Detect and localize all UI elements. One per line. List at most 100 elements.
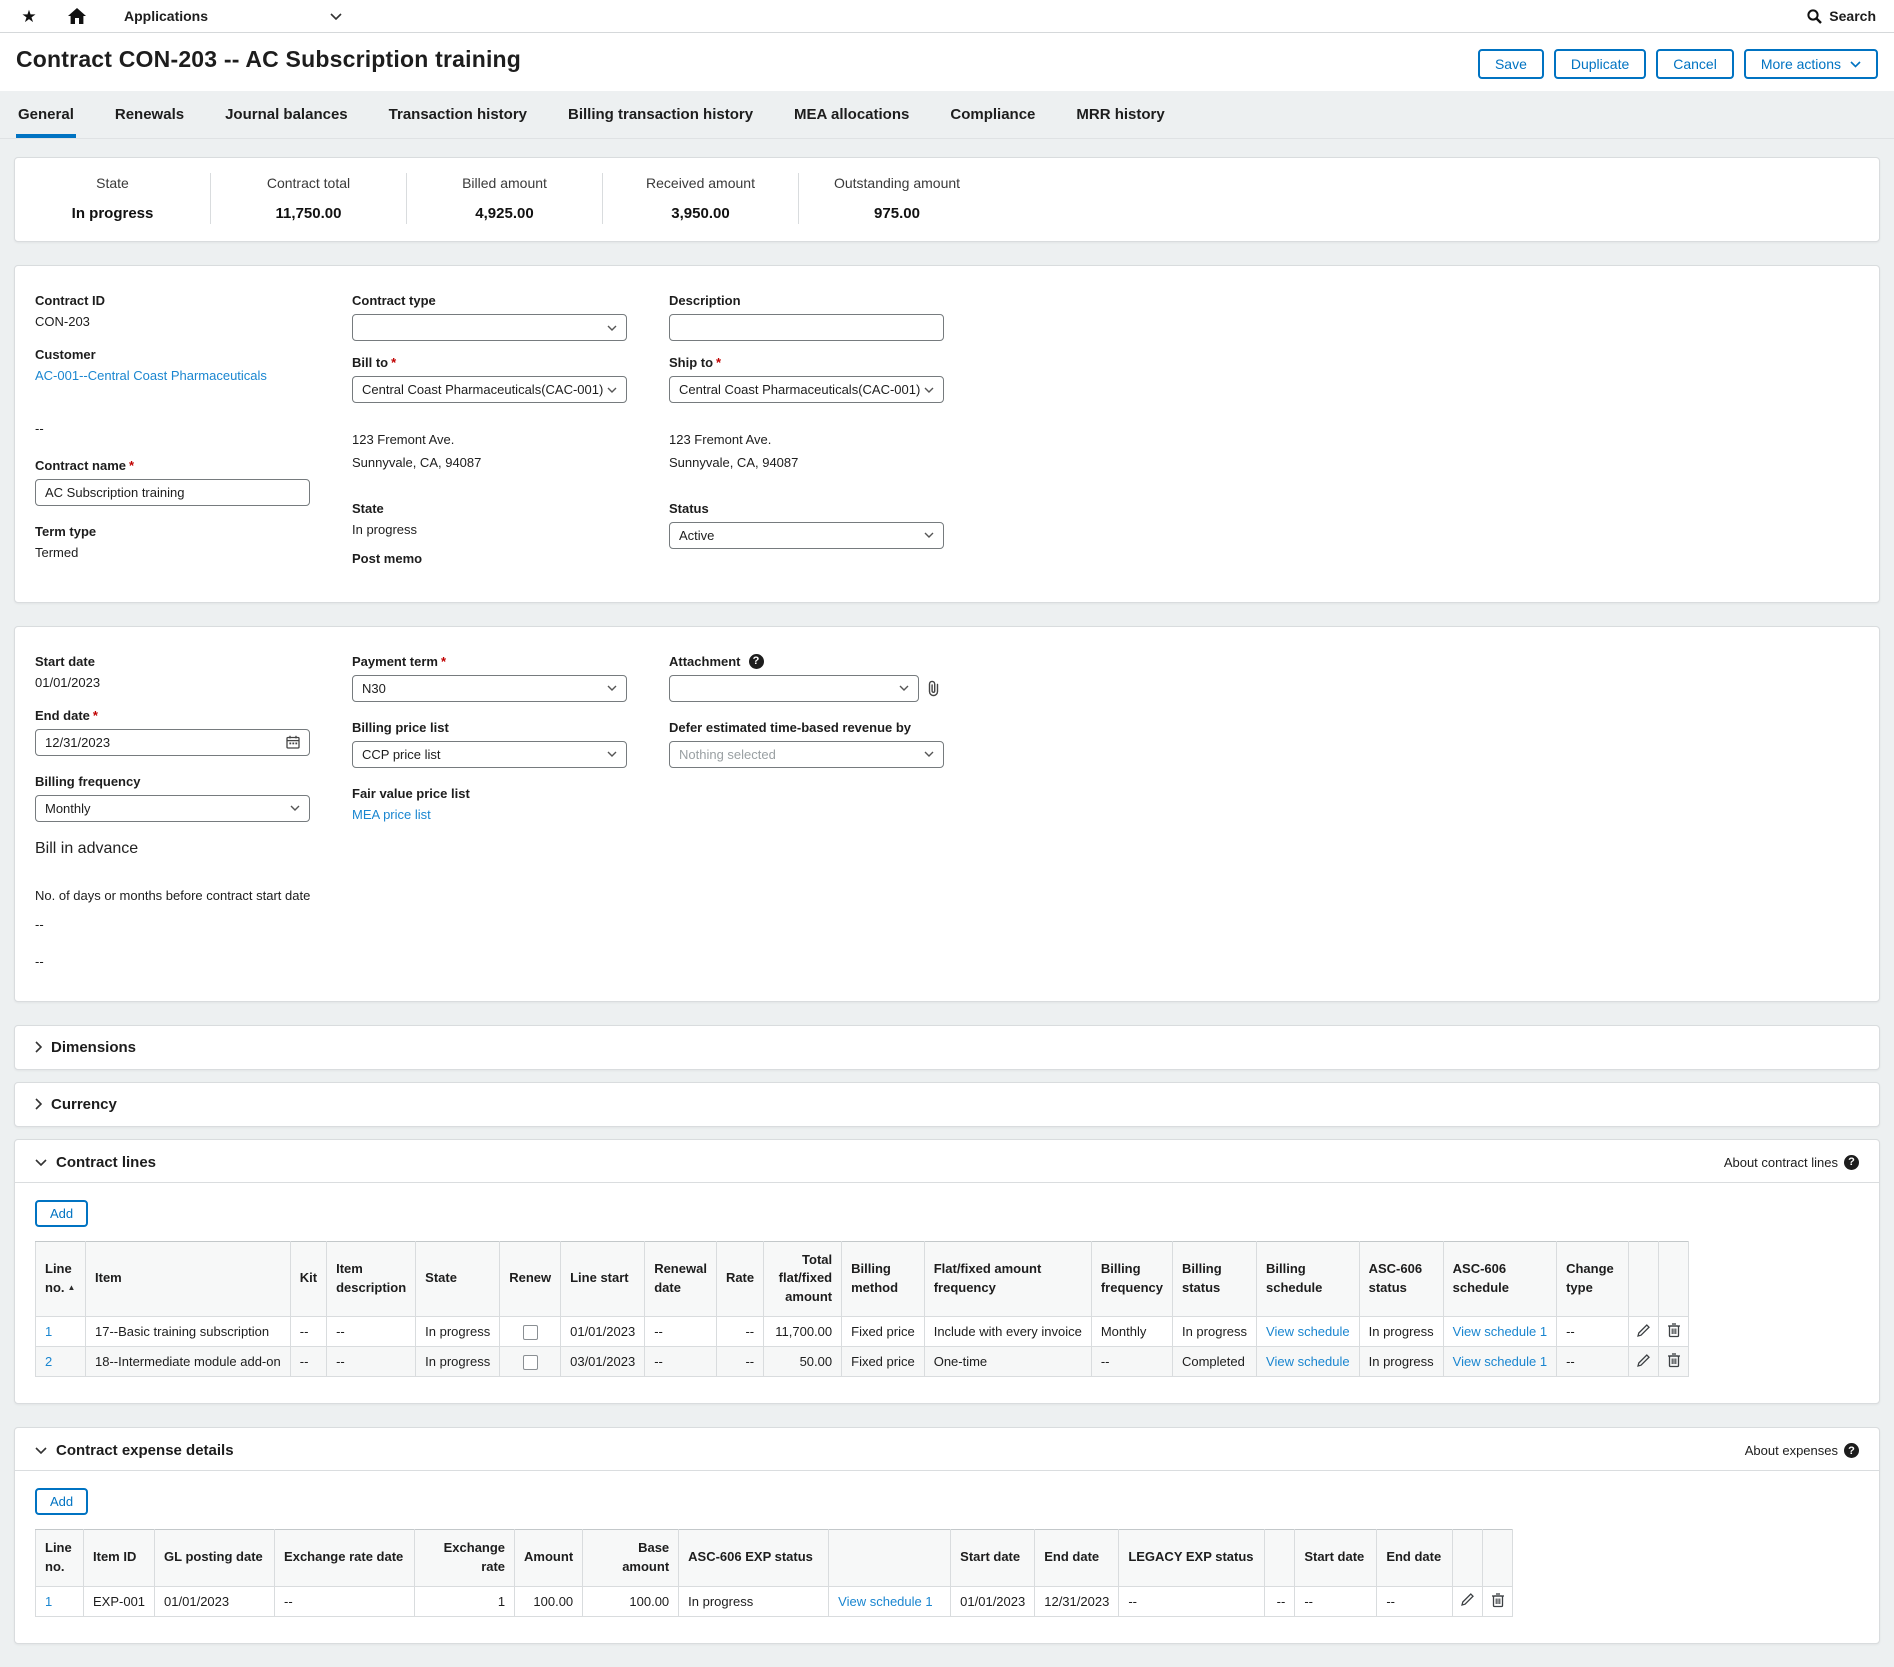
contract-type-select[interactable] bbox=[352, 314, 627, 341]
col-billing-status[interactable]: Billing status bbox=[1172, 1241, 1256, 1317]
col-total-flat-fixed[interactable]: Total flat/fixed amount bbox=[764, 1241, 842, 1317]
save-button[interactable]: Save bbox=[1478, 49, 1544, 79]
duplicate-button[interactable]: Duplicate bbox=[1554, 49, 1646, 79]
attachment-select[interactable] bbox=[669, 675, 919, 702]
end-date-input[interactable]: 12/31/2023 bbox=[35, 729, 310, 756]
col-item[interactable]: Item bbox=[86, 1241, 291, 1317]
col-item-description[interactable]: Item description bbox=[327, 1241, 416, 1317]
col-base-amount[interactable]: Base amount bbox=[583, 1530, 679, 1587]
cancel-button[interactable]: Cancel bbox=[1656, 49, 1734, 79]
tab-transaction-history[interactable]: Transaction history bbox=[387, 91, 529, 138]
tab-billing-transaction-history[interactable]: Billing transaction history bbox=[566, 91, 755, 138]
col-amount[interactable]: Amount bbox=[515, 1530, 583, 1587]
expenses-help-icon[interactable]: ? bbox=[1844, 1443, 1859, 1458]
defer-revenue-label: Defer estimated time-based revenue by bbox=[669, 720, 947, 735]
col-exchange-rate-date[interactable]: Exchange rate date bbox=[275, 1530, 415, 1587]
dimensions-section-toggle[interactable]: Dimensions bbox=[14, 1025, 1880, 1070]
ship-to-select[interactable]: Central Coast Pharmaceuticals(CAC-001) bbox=[669, 376, 944, 403]
chevron-down-icon[interactable] bbox=[35, 1159, 47, 1166]
about-contract-lines[interactable]: About contract lines ? bbox=[1724, 1155, 1859, 1170]
description-input[interactable] bbox=[669, 314, 944, 341]
line-no-link[interactable]: 2 bbox=[45, 1354, 52, 1369]
calendar-icon[interactable] bbox=[286, 735, 300, 749]
bill-to-select[interactable]: Central Coast Pharmaceuticals(CAC-001) bbox=[352, 376, 627, 403]
col-renewal-date[interactable]: Renewal date bbox=[645, 1241, 717, 1317]
col-start-date[interactable]: Start date bbox=[951, 1530, 1035, 1587]
col-asc606-exp-status[interactable]: ASC-606 EXP status bbox=[679, 1530, 829, 1587]
days-before-start-label: No. of days or months before contract st… bbox=[35, 888, 313, 903]
status-select[interactable]: Active bbox=[669, 522, 944, 549]
col-state[interactable]: State bbox=[416, 1241, 500, 1317]
delete-row-icon[interactable] bbox=[1659, 1322, 1688, 1338]
col-kit[interactable]: Kit bbox=[290, 1241, 326, 1317]
tab-renewals[interactable]: Renewals bbox=[113, 91, 186, 138]
tab-mea-allocations[interactable]: MEA allocations bbox=[792, 91, 911, 138]
col-asc606-status[interactable]: ASC-606 status bbox=[1359, 1241, 1443, 1317]
billing-schedule-link[interactable]: View schedule bbox=[1266, 1324, 1350, 1339]
mea-price-list-link[interactable]: MEA price list bbox=[352, 807, 431, 822]
col-rate[interactable]: Rate bbox=[716, 1241, 763, 1317]
customer-link[interactable]: AC-001--Central Coast Pharmaceuticals bbox=[35, 368, 267, 383]
exp-schedule-link[interactable]: View schedule 1 bbox=[838, 1594, 932, 1609]
col-asc606-schedule[interactable]: ASC-606 schedule bbox=[1443, 1241, 1556, 1317]
col-end-date[interactable]: End date bbox=[1035, 1530, 1119, 1587]
col-start-date-2[interactable]: Start date bbox=[1295, 1530, 1377, 1587]
col-billing-method[interactable]: Billing method bbox=[842, 1241, 925, 1317]
contract-lines-help-icon[interactable]: ? bbox=[1844, 1155, 1859, 1170]
applications-menu[interactable]: Applications bbox=[124, 8, 342, 24]
edit-row-icon[interactable] bbox=[1629, 1323, 1658, 1338]
renew-checkbox[interactable] bbox=[523, 1355, 538, 1370]
col-change-type[interactable]: Change type bbox=[1557, 1241, 1629, 1317]
billing-schedule-link[interactable]: View schedule bbox=[1266, 1354, 1350, 1369]
asc606-schedule-link[interactable]: View schedule 1 bbox=[1453, 1354, 1547, 1369]
add-expense-button[interactable]: Add bbox=[35, 1488, 88, 1515]
home-icon[interactable] bbox=[66, 8, 88, 24]
col-item-id[interactable]: Item ID bbox=[84, 1530, 155, 1587]
general-info-panel: Contract ID CON-203 Customer AC-001--Cen… bbox=[14, 265, 1880, 603]
col-legacy-exp-status[interactable]: LEGACY EXP status bbox=[1119, 1530, 1265, 1587]
col-line-start[interactable]: Line start bbox=[561, 1241, 645, 1317]
billing-frequency-select[interactable]: Monthly bbox=[35, 795, 310, 822]
favorites-star-icon[interactable]: ★ bbox=[18, 8, 40, 25]
about-expenses[interactable]: About expenses ? bbox=[1745, 1443, 1859, 1458]
tab-general[interactable]: General bbox=[16, 91, 76, 138]
line-no-link[interactable]: 1 bbox=[45, 1594, 52, 1609]
col-renew[interactable]: Renew bbox=[500, 1241, 561, 1317]
col-line-no[interactable]: Line no. bbox=[36, 1530, 84, 1587]
summary-billed-amount: Billed amount 4,925.00 bbox=[407, 173, 603, 224]
delete-row-icon[interactable] bbox=[1483, 1592, 1512, 1608]
col-flat-fixed-frequency[interactable]: Flat/fixed amount frequency bbox=[924, 1241, 1091, 1317]
currency-section-toggle[interactable]: Currency bbox=[14, 1082, 1880, 1127]
global-search[interactable]: Search bbox=[1807, 8, 1876, 24]
contract-name-input[interactable] bbox=[35, 479, 310, 506]
col-exp-schedule[interactable] bbox=[829, 1530, 951, 1587]
col-gl-posting-date[interactable]: GL posting date bbox=[155, 1530, 275, 1587]
fair-value-price-list-label: Fair value price list bbox=[352, 786, 630, 801]
payment-term-select[interactable]: N30 bbox=[352, 675, 627, 702]
edit-row-icon[interactable] bbox=[1629, 1353, 1658, 1368]
delete-row-icon[interactable] bbox=[1659, 1352, 1688, 1368]
col-billing-schedule[interactable]: Billing schedule bbox=[1257, 1241, 1360, 1317]
contract-lines-panel: Contract lines About contract lines ? Ad… bbox=[14, 1139, 1880, 1405]
defer-revenue-select[interactable]: Nothing selected bbox=[669, 741, 944, 768]
contract-lines-table: Line no.▲ Item Kit Item description Stat… bbox=[35, 1241, 1689, 1378]
required-asterisk: * bbox=[129, 458, 134, 473]
chevron-down-icon[interactable] bbox=[35, 1447, 47, 1454]
tab-journal-balances[interactable]: Journal balances bbox=[223, 91, 350, 138]
col-line-no[interactable]: Line no.▲ bbox=[36, 1241, 86, 1317]
more-actions-button[interactable]: More actions bbox=[1744, 49, 1878, 79]
edit-row-icon[interactable] bbox=[1453, 1592, 1482, 1607]
line-no-link[interactable]: 1 bbox=[45, 1324, 52, 1339]
asc606-schedule-link[interactable]: View schedule 1 bbox=[1453, 1324, 1547, 1339]
expenses-table: Line no. Item ID GL posting date Exchang… bbox=[35, 1529, 1513, 1617]
tab-compliance[interactable]: Compliance bbox=[948, 91, 1037, 138]
tab-mrr-history[interactable]: MRR history bbox=[1074, 91, 1166, 138]
renew-checkbox[interactable] bbox=[523, 1325, 538, 1340]
col-exchange-rate[interactable]: Exchange rate bbox=[415, 1530, 515, 1587]
col-billing-frequency[interactable]: Billing frequency bbox=[1091, 1241, 1172, 1317]
attachment-help-icon[interactable]: ? bbox=[749, 654, 764, 669]
paperclip-icon[interactable] bbox=[926, 680, 941, 697]
billing-price-list-select[interactable]: CCP price list bbox=[352, 741, 627, 768]
add-contract-line-button[interactable]: Add bbox=[35, 1200, 88, 1227]
col-end-date-2[interactable]: End date bbox=[1377, 1530, 1453, 1587]
